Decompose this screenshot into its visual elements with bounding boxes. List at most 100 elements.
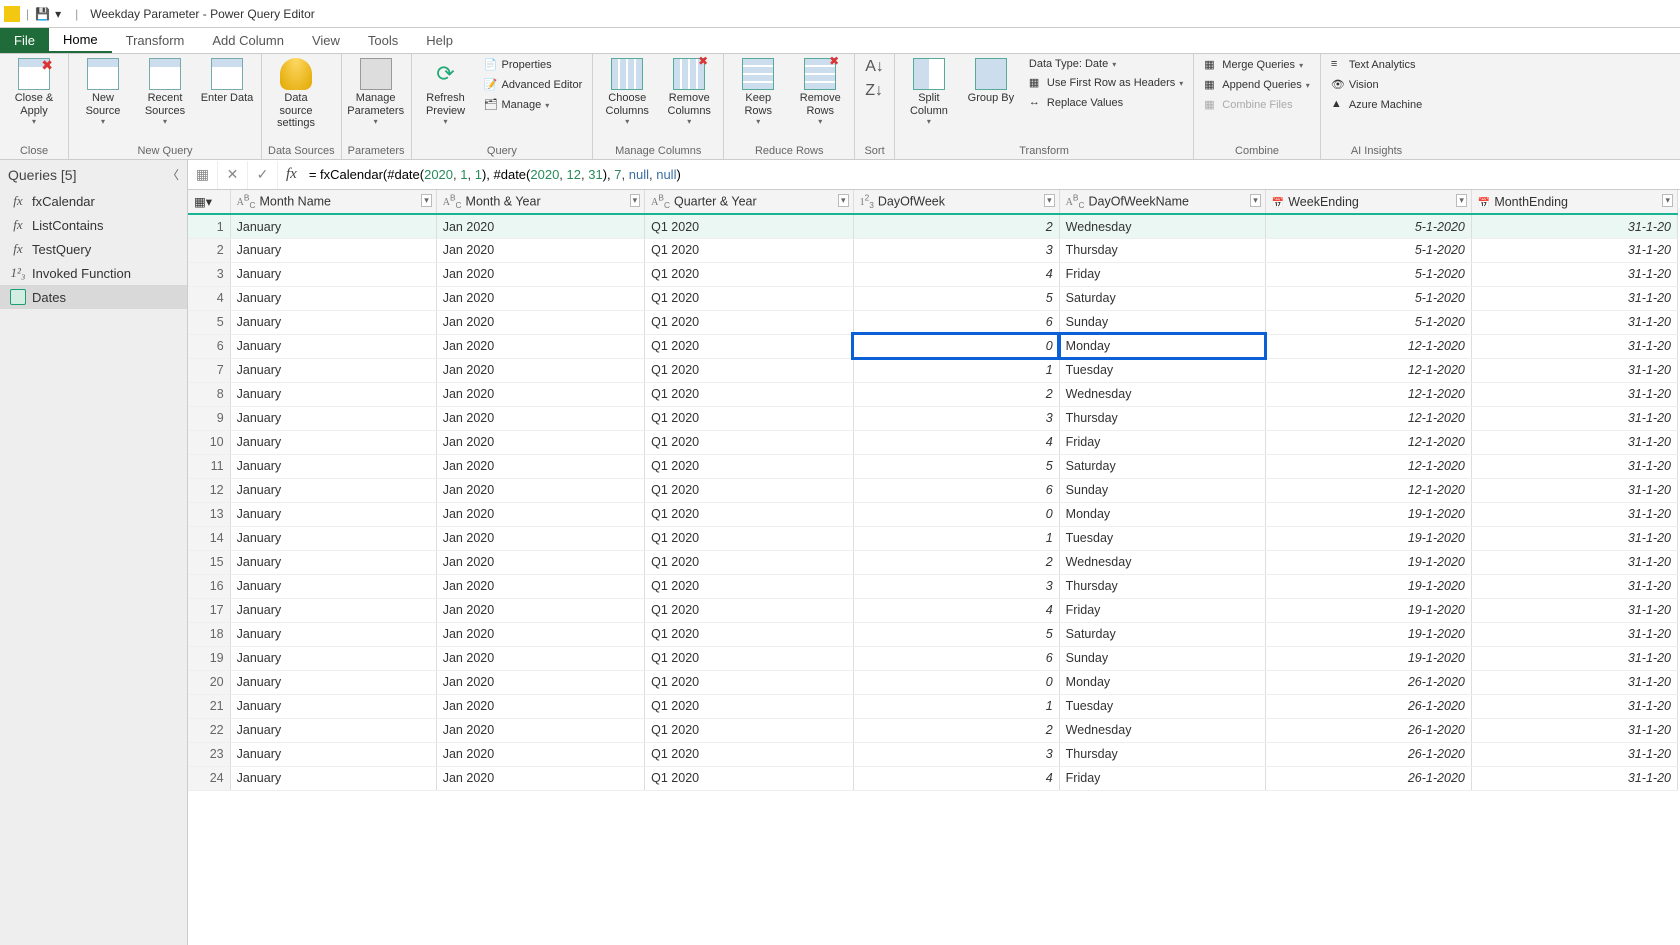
cell[interactable]: 31-1-20 (1471, 766, 1677, 790)
table-row[interactable]: 11JanuaryJan 2020Q1 20205Saturday12-1-20… (188, 454, 1678, 478)
table-row[interactable]: 3JanuaryJan 2020Q1 20204Friday5-1-202031… (188, 262, 1678, 286)
cell[interactable]: January (230, 382, 436, 406)
cell[interactable]: Wednesday (1059, 382, 1265, 406)
table-row[interactable]: 1JanuaryJan 2020Q1 20202Wednesday5-1-202… (188, 214, 1678, 238)
cell[interactable]: January (230, 550, 436, 574)
cell[interactable]: Jan 2020 (436, 670, 644, 694)
cell[interactable]: Q1 2020 (645, 622, 853, 646)
filter-dropdown-icon[interactable]: ▾ (421, 194, 432, 207)
cell[interactable]: 31-1-20 (1471, 478, 1677, 502)
cell[interactable]: Q1 2020 (645, 262, 853, 286)
azure-ml-button[interactable]: ▲Azure Machine (1327, 96, 1426, 114)
cell[interactable]: 12-1-2020 (1265, 454, 1471, 478)
cell[interactable]: Q1 2020 (645, 550, 853, 574)
cell[interactable]: 19-1-2020 (1265, 598, 1471, 622)
cell[interactable]: 5-1-2020 (1265, 262, 1471, 286)
cell[interactable]: 3 (853, 742, 1059, 766)
cell[interactable]: Q1 2020 (645, 478, 853, 502)
cell[interactable]: 31-1-20 (1471, 574, 1677, 598)
append-queries-button[interactable]: ▦Append Queries (1200, 76, 1314, 94)
remove-columns-button[interactable]: Remove Columns (661, 56, 717, 126)
cell[interactable]: Q1 2020 (645, 286, 853, 310)
cell[interactable]: 26-1-2020 (1265, 718, 1471, 742)
cell[interactable]: Jan 2020 (436, 526, 644, 550)
cell[interactable]: January (230, 478, 436, 502)
cell[interactable]: 31-1-20 (1471, 334, 1677, 358)
data-source-settings-button[interactable]: Data source settings (268, 56, 324, 130)
cell[interactable]: 12-1-2020 (1265, 334, 1471, 358)
cell[interactable]: Jan 2020 (436, 574, 644, 598)
cell[interactable]: Jan 2020 (436, 502, 644, 526)
manage-parameters-button[interactable]: Manage Parameters (348, 56, 404, 126)
merge-queries-button[interactable]: ▦Merge Queries (1200, 56, 1314, 74)
data-grid[interactable]: ▦▾ABCMonth Name▾ABCMonth & Year▾ABCQuart… (188, 190, 1680, 945)
cell[interactable]: 0 (853, 670, 1059, 694)
cell[interactable]: Jan 2020 (436, 430, 644, 454)
cell[interactable]: Jan 2020 (436, 310, 644, 334)
table-row[interactable]: 8JanuaryJan 2020Q1 20202Wednesday12-1-20… (188, 382, 1678, 406)
table-row[interactable]: 4JanuaryJan 2020Q1 20205Saturday5-1-2020… (188, 286, 1678, 310)
table-row[interactable]: 16JanuaryJan 2020Q1 20203Thursday19-1-20… (188, 574, 1678, 598)
query-item-dates[interactable]: Dates (0, 285, 187, 309)
cell[interactable]: January (230, 646, 436, 670)
cell[interactable]: Jan 2020 (436, 550, 644, 574)
menu-view[interactable]: View (298, 28, 354, 53)
cell[interactable]: 5-1-2020 (1265, 286, 1471, 310)
cell[interactable]: 2 (853, 382, 1059, 406)
table-row[interactable]: 14JanuaryJan 2020Q1 20201Tuesday19-1-202… (188, 526, 1678, 550)
cell[interactable]: Q1 2020 (645, 310, 853, 334)
filter-dropdown-icon[interactable]: ▾ (630, 194, 641, 207)
cell[interactable]: Sunday (1059, 310, 1265, 334)
cell[interactable]: 31-1-20 (1471, 694, 1677, 718)
recent-sources-button[interactable]: Recent Sources (137, 56, 193, 126)
table-row[interactable]: 6JanuaryJan 2020Q1 20200Monday12-1-20203… (188, 334, 1678, 358)
column-header-monthending[interactable]: 📅MonthEnding▾ (1471, 190, 1677, 214)
cell[interactable]: Friday (1059, 430, 1265, 454)
cell[interactable]: Jan 2020 (436, 214, 644, 238)
table-row[interactable]: 9JanuaryJan 2020Q1 20203Thursday12-1-202… (188, 406, 1678, 430)
use-first-row-button[interactable]: ▦Use First Row as Headers (1025, 74, 1187, 92)
cell[interactable]: 3 (853, 238, 1059, 262)
split-column-button[interactable]: Split Column (901, 56, 957, 126)
table-row[interactable]: 18JanuaryJan 2020Q1 20205Saturday19-1-20… (188, 622, 1678, 646)
cell[interactable]: Q1 2020 (645, 454, 853, 478)
cell[interactable]: Sunday (1059, 646, 1265, 670)
cell[interactable]: 1 (853, 526, 1059, 550)
query-item-testquery[interactable]: fxTestQuery (0, 237, 187, 261)
cell[interactable]: 0 (853, 334, 1059, 358)
menu-help[interactable]: Help (412, 28, 467, 53)
table-row[interactable]: 19JanuaryJan 2020Q1 20206Sunday19-1-2020… (188, 646, 1678, 670)
menu-transform[interactable]: Transform (112, 28, 199, 53)
cell[interactable]: Wednesday (1059, 214, 1265, 238)
cell[interactable]: Jan 2020 (436, 766, 644, 790)
cell[interactable]: January (230, 574, 436, 598)
column-header-month-year[interactable]: ABCMonth & Year▾ (436, 190, 644, 214)
cell[interactable]: Q1 2020 (645, 526, 853, 550)
cell[interactable]: Monday (1059, 670, 1265, 694)
cell[interactable]: January (230, 526, 436, 550)
cell[interactable]: 19-1-2020 (1265, 622, 1471, 646)
query-item-listcontains[interactable]: fxListContains (0, 213, 187, 237)
cell[interactable]: January (230, 454, 436, 478)
menu-home[interactable]: Home (49, 28, 112, 53)
menu-tools[interactable]: Tools (354, 28, 412, 53)
cell[interactable]: January (230, 406, 436, 430)
cell[interactable]: Jan 2020 (436, 262, 644, 286)
cell[interactable]: 12-1-2020 (1265, 358, 1471, 382)
cell[interactable]: Q1 2020 (645, 430, 853, 454)
cell[interactable]: Monday (1059, 502, 1265, 526)
sort-asc-button[interactable]: A↓ (861, 56, 888, 78)
data-type-button[interactable]: Data Type: Date (1025, 56, 1187, 72)
cell[interactable]: 3 (853, 406, 1059, 430)
cell[interactable]: 31-1-20 (1471, 526, 1677, 550)
cell[interactable]: Wednesday (1059, 718, 1265, 742)
cell[interactable]: Tuesday (1059, 694, 1265, 718)
cell[interactable]: 31-1-20 (1471, 670, 1677, 694)
table-row[interactable]: 2JanuaryJan 2020Q1 20203Thursday5-1-2020… (188, 238, 1678, 262)
replace-values-button[interactable]: ↔Replace Values (1025, 94, 1187, 112)
cell[interactable]: 19-1-2020 (1265, 646, 1471, 670)
cell[interactable]: 6 (853, 646, 1059, 670)
cell[interactable]: 5 (853, 622, 1059, 646)
table-row[interactable]: 23JanuaryJan 2020Q1 20203Thursday26-1-20… (188, 742, 1678, 766)
cell[interactable]: 6 (853, 478, 1059, 502)
